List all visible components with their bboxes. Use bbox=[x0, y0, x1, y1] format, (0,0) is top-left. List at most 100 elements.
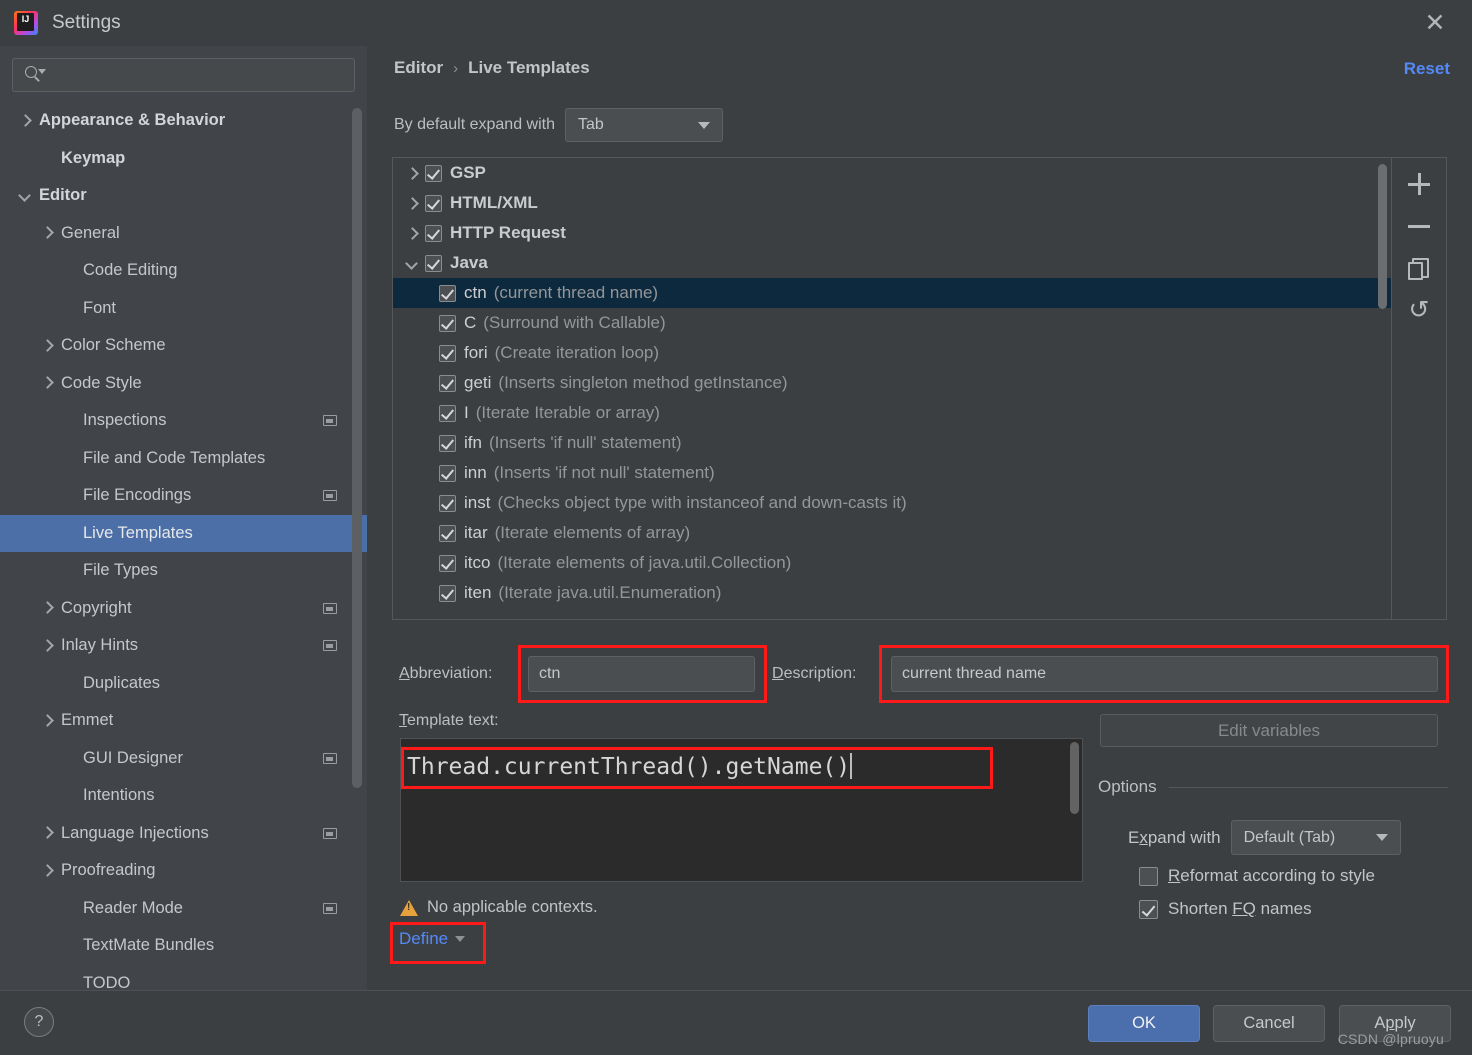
search-input[interactable] bbox=[45, 66, 354, 84]
template-enabled-checkbox[interactable] bbox=[439, 344, 456, 362]
sidebar-item-proofreading[interactable]: Proofreading bbox=[0, 852, 367, 890]
sidebar-scrollbar-thumb[interactable] bbox=[352, 108, 362, 788]
default-expand-row: By default expand with Tab bbox=[394, 108, 723, 142]
template-row[interactable]: HTTP Request bbox=[393, 218, 1391, 248]
sidebar-scrollbar[interactable] bbox=[352, 46, 362, 990]
template-text-editor[interactable]: Thread.currentThread().getName() bbox=[400, 738, 1083, 882]
add-template-button[interactable] bbox=[1405, 170, 1433, 198]
live-templates-tree[interactable]: GSP HTML/XML HTTP Request Java ctn (current t… bbox=[393, 158, 1391, 619]
template-enabled-checkbox[interactable] bbox=[439, 584, 456, 602]
template-enabled-checkbox[interactable] bbox=[439, 554, 456, 572]
sidebar-item-appearance-behavior[interactable]: Appearance & Behavior bbox=[0, 102, 367, 140]
template-row[interactable]: HTML/XML bbox=[393, 188, 1391, 218]
template-row[interactable]: inst (Checks object type with instanceof … bbox=[393, 488, 1391, 518]
chevron-right-icon[interactable] bbox=[18, 114, 32, 128]
duplicate-template-button[interactable] bbox=[1405, 254, 1433, 282]
template-row[interactable]: geti (Inserts singleton method getInstanc… bbox=[393, 368, 1391, 398]
template-row[interactable]: itco (Iterate elements of java.util.Colle… bbox=[393, 548, 1391, 578]
template-row[interactable]: fori (Create iteration loop) bbox=[393, 338, 1391, 368]
breadcrumb-root[interactable]: Editor bbox=[394, 58, 443, 78]
chevron-down-icon[interactable] bbox=[403, 256, 425, 270]
cancel-button[interactable]: Cancel bbox=[1213, 1005, 1325, 1042]
sidebar-item-file-types[interactable]: File Types bbox=[0, 552, 367, 590]
chevron-down-icon[interactable] bbox=[18, 189, 32, 203]
define-context-button[interactable]: Define bbox=[399, 929, 466, 949]
chevron-right-icon[interactable] bbox=[40, 601, 54, 615]
sidebar-item-color-scheme[interactable]: Color Scheme bbox=[0, 327, 367, 365]
reset-link[interactable]: Reset bbox=[1404, 59, 1450, 79]
sidebar-item-inspections[interactable]: Inspections bbox=[0, 402, 367, 440]
revert-template-button[interactable]: ↺ bbox=[1405, 296, 1433, 324]
sidebar-item-file-and-code-templates[interactable]: File and Code Templates bbox=[0, 440, 367, 478]
sidebar-item-code-style[interactable]: Code Style bbox=[0, 365, 367, 403]
sidebar-item-file-encodings[interactable]: File Encodings bbox=[0, 477, 367, 515]
ok-button[interactable]: OK bbox=[1088, 1005, 1200, 1042]
chevron-right-icon[interactable] bbox=[403, 196, 425, 210]
template-row[interactable]: inn (Inserts 'if not null' statement) bbox=[393, 458, 1391, 488]
sidebar-item-emmet[interactable]: Emmet bbox=[0, 702, 367, 740]
template-row[interactable]: GSP bbox=[393, 158, 1391, 188]
chevron-right-icon[interactable] bbox=[40, 226, 54, 240]
description-label: Description: bbox=[772, 665, 856, 683]
template-row[interactable]: C (Surround with Callable) bbox=[393, 308, 1391, 338]
description-input[interactable]: current thread name bbox=[891, 656, 1438, 692]
sidebar-item-todo[interactable]: TODO bbox=[0, 965, 367, 990]
template-enabled-checkbox[interactable] bbox=[439, 464, 456, 482]
template-enabled-checkbox[interactable] bbox=[425, 224, 442, 242]
sidebar-item-code-editing[interactable]: Code Editing bbox=[0, 252, 367, 290]
default-expand-dropdown[interactable]: Tab bbox=[565, 108, 723, 142]
template-enabled-checkbox[interactable] bbox=[439, 374, 456, 392]
sidebar-item-gui-designer[interactable]: GUI Designer bbox=[0, 740, 367, 778]
search-box[interactable] bbox=[12, 58, 355, 92]
template-enabled-checkbox[interactable] bbox=[439, 404, 456, 422]
template-enabled-checkbox[interactable] bbox=[425, 164, 442, 182]
edit-variables-button[interactable]: Edit variables bbox=[1100, 714, 1438, 747]
shorten-fq-names-checkbox[interactable] bbox=[1139, 899, 1158, 919]
template-row[interactable]: ifn (Inserts 'if null' statement) bbox=[393, 428, 1391, 458]
template-row[interactable]: ctn (current thread name) bbox=[393, 278, 1391, 308]
options-title: Options bbox=[1098, 777, 1157, 796]
sidebar-item-duplicates[interactable]: Duplicates bbox=[0, 665, 367, 703]
template-enabled-checkbox[interactable] bbox=[425, 194, 442, 212]
template-row[interactable]: I (Iterate Iterable or array) bbox=[393, 398, 1391, 428]
template-row[interactable]: Java bbox=[393, 248, 1391, 278]
sidebar-item-inlay-hints[interactable]: Inlay Hints bbox=[0, 627, 367, 665]
template-row[interactable]: iten (Iterate java.util.Enumeration) bbox=[393, 578, 1391, 608]
sidebar-item-general[interactable]: General bbox=[0, 215, 367, 253]
chevron-right-icon[interactable] bbox=[403, 226, 425, 240]
template-enabled-checkbox[interactable] bbox=[439, 434, 456, 452]
chevron-right-icon[interactable] bbox=[40, 376, 54, 390]
chevron-right-icon[interactable] bbox=[40, 864, 54, 878]
expand-with-dropdown[interactable]: Default (Tab) bbox=[1230, 820, 1401, 855]
reformat-checkbox[interactable] bbox=[1139, 866, 1158, 886]
sidebar-item-font[interactable]: Font bbox=[0, 290, 367, 328]
close-icon[interactable]: ✕ bbox=[1420, 8, 1450, 38]
no-chevron-spacer bbox=[62, 564, 76, 578]
template-enabled-checkbox[interactable] bbox=[439, 524, 456, 542]
editor-scrollbar-thumb[interactable] bbox=[1070, 742, 1079, 814]
sidebar-item-keymap[interactable]: Keymap bbox=[0, 140, 367, 178]
template-row[interactable]: itar (Iterate elements of array) bbox=[393, 518, 1391, 548]
remove-template-button[interactable] bbox=[1405, 212, 1433, 240]
help-button[interactable]: ? bbox=[24, 1007, 54, 1037]
sidebar-item-copyright[interactable]: Copyright bbox=[0, 590, 367, 628]
reformat-according-to-style-checkbox-row[interactable]: Reformat according to style bbox=[1139, 866, 1375, 886]
sidebar-item-editor[interactable]: Editor bbox=[0, 177, 367, 215]
abbreviation-input[interactable]: ctn bbox=[528, 656, 755, 692]
template-enabled-checkbox[interactable] bbox=[439, 284, 456, 302]
sidebar-item-reader-mode[interactable]: Reader Mode bbox=[0, 890, 367, 928]
chevron-right-icon[interactable] bbox=[40, 339, 54, 353]
chevron-right-icon[interactable] bbox=[403, 166, 425, 180]
chevron-right-icon[interactable] bbox=[40, 826, 54, 840]
shorten-fq-names-checkbox-row[interactable]: Shorten FQ names bbox=[1139, 899, 1312, 919]
sidebar-item-language-injections[interactable]: Language Injections bbox=[0, 815, 367, 853]
sidebar-item-textmate-bundles[interactable]: TextMate Bundles bbox=[0, 927, 367, 965]
template-enabled-checkbox[interactable] bbox=[439, 314, 456, 332]
chevron-right-icon[interactable] bbox=[40, 639, 54, 653]
templates-scrollbar-thumb[interactable] bbox=[1378, 164, 1387, 309]
sidebar-item-intentions[interactable]: Intentions bbox=[0, 777, 367, 815]
template-enabled-checkbox[interactable] bbox=[425, 254, 442, 272]
sidebar-item-live-templates[interactable]: Live Templates bbox=[0, 514, 367, 552]
chevron-right-icon[interactable] bbox=[40, 714, 54, 728]
template-enabled-checkbox[interactable] bbox=[439, 494, 456, 512]
